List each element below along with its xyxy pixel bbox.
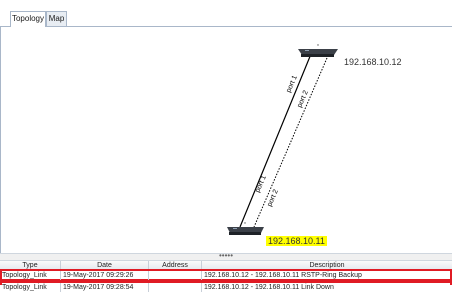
- port-label-top-1: port 1: [285, 74, 298, 93]
- table-row[interactable]: Topology_Link 19-May-2017 09:28:54 192.1…: [0, 283, 452, 292]
- port-label-top-2: port 2: [296, 89, 309, 108]
- port-label-bottom-1: port 1: [254, 174, 267, 193]
- switch-device-top[interactable]: [298, 44, 338, 57]
- tab-topology[interactable]: Topology: [10, 11, 46, 27]
- cell-address: [149, 283, 202, 292]
- splitter-grip-icon: •••••: [218, 251, 233, 260]
- topology-canvas[interactable]: port 1 port 2 port 1 port 2 192.168.10.1…: [0, 27, 452, 253]
- port-label-bottom-2: port 2: [266, 188, 279, 207]
- table-row[interactable]: Topology_Link 19-May-2017 09:29:26 192.1…: [0, 271, 452, 280]
- cell-type: Topology_Link: [0, 271, 61, 280]
- device-ip-label-highlighted: 192.168.10.11: [266, 236, 327, 246]
- cell-date: 19-May-2017 09:29:26: [61, 271, 149, 280]
- cell-date: 19-May-2017 09:28:54: [61, 283, 149, 292]
- switch-device-bottom[interactable]: [227, 222, 264, 235]
- cell-description: 192.168.10.12 - 192.168.10.11 Link Down: [204, 284, 334, 291]
- device-ip-label: 192.168.10.12: [344, 57, 402, 67]
- cell-type: Topology_Link: [0, 283, 61, 292]
- cell-address: [149, 271, 202, 280]
- cell-description: 192.168.10.12 - 192.168.10.11 RSTP-Ring …: [204, 272, 362, 279]
- tab-bar: Topology Map: [0, 0, 452, 27]
- tab-map[interactable]: Map: [46, 11, 67, 26]
- panel-splitter[interactable]: •••••: [0, 251, 452, 261]
